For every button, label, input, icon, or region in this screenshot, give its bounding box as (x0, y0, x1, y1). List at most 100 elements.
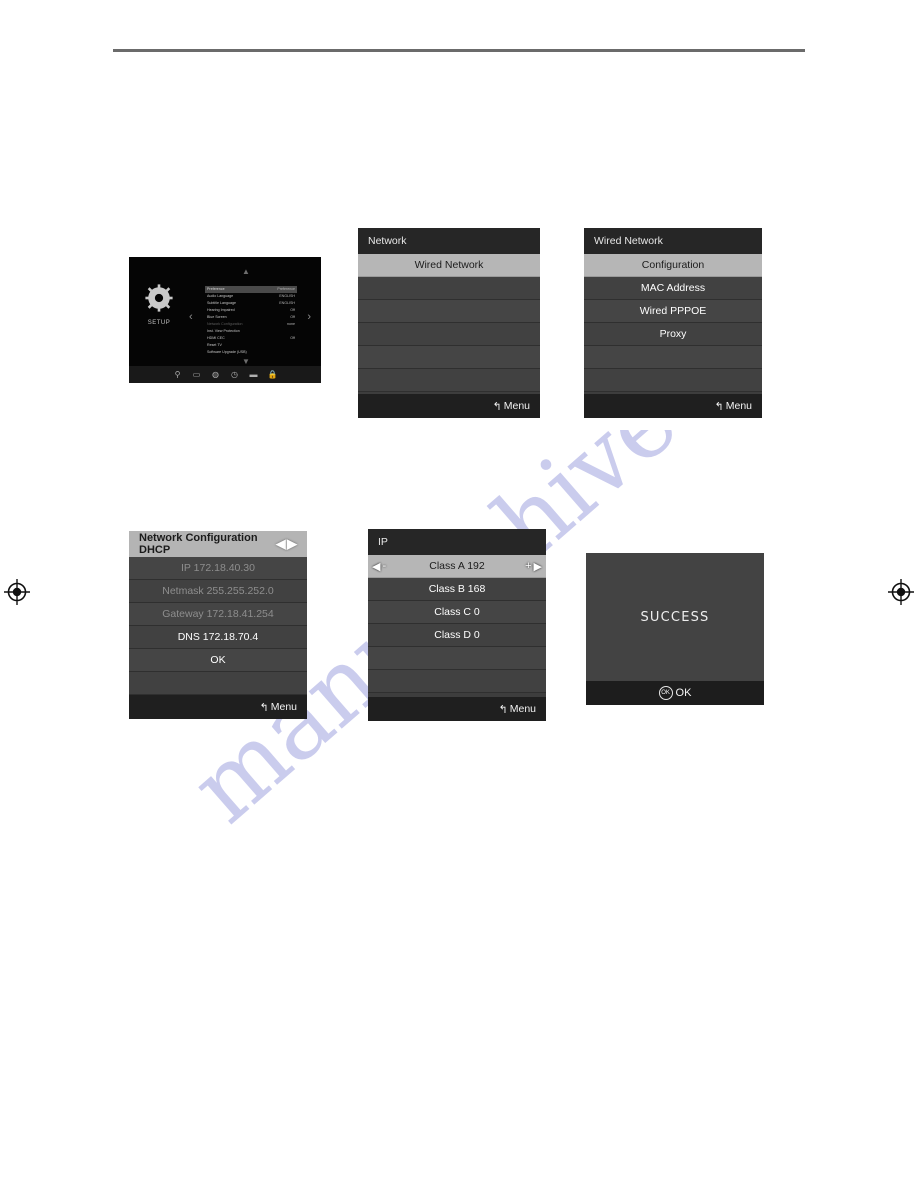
list-item (358, 300, 540, 323)
back-arrow-icon: ↰ (259, 701, 269, 714)
list-item-label: Class A 192 (429, 560, 485, 572)
setup-menu-item-value: Off (290, 315, 295, 319)
list-item-label: Wired Network (414, 259, 484, 271)
list-item[interactable]: Class D 0 (368, 624, 546, 647)
chevron-left-icon[interactable]: ‹ (189, 311, 193, 323)
ok-circle-icon: OK (658, 686, 673, 700)
arrow-left-icon[interactable]: ◀ (276, 536, 286, 552)
setup-menu-item-label: Audio Language (207, 294, 234, 298)
setup-menu-item[interactable]: HDMI CEC Off (205, 335, 297, 342)
registration-mark-left (4, 579, 30, 605)
network-panel-rows: Wired Network (358, 254, 540, 392)
list-item (358, 346, 540, 369)
registration-mark-right (888, 579, 914, 605)
setup-sidebar-label: SETUP (147, 320, 171, 326)
list-item-label: MAC Address (640, 282, 706, 294)
list-item[interactable]: ◀ - + ▶ Class A 192 (368, 555, 546, 578)
dhcp-panel-rows: IP 172.18.40.30 Netmask 255.255.252.0 Gate… (129, 557, 307, 695)
list-item-label: IP 172.18.40.30 (181, 562, 255, 574)
list-item[interactable]: OK (129, 649, 307, 672)
setup-menu-item-value: ENGLISH (279, 294, 295, 298)
list-item-label: Proxy (659, 328, 687, 340)
network-panel-footer[interactable]: ↰ Menu (358, 394, 540, 418)
network-configuration-dhcp-panel: Network Configuration DHCP ◀ ▶ IP 172.18.… (129, 531, 307, 719)
success-panel-ok-button[interactable]: OK OK (586, 681, 764, 705)
network-panel: Network Wired Network ↰ Menu (358, 228, 540, 418)
list-item-label: Class C 0 (434, 606, 480, 618)
setup-bottom-iconbar: ⚲ ▭ ◍ ◷ ▬ 🔒 (129, 366, 321, 383)
chevron-down-icon[interactable]: ▼ (242, 357, 250, 366)
list-item-label: DNS 172.18.70.4 (177, 631, 259, 643)
success-panel: SUCCESS OK OK (586, 553, 764, 705)
setup-menu-item-value: none (287, 322, 295, 326)
list-item[interactable]: Gateway 172.18.41.254 (129, 603, 307, 626)
increment-label: + (525, 560, 532, 572)
setup-menu-item[interactable]: Preference Preference (205, 286, 297, 293)
wired-network-panel: Wired Network Configuration MAC Address Wi… (584, 228, 762, 418)
satellite-icon[interactable]: ⚲ (173, 370, 183, 380)
setup-menu-item[interactable]: Software Upgrade (USB) (205, 349, 297, 356)
chevron-up-icon[interactable]: ▲ (242, 267, 250, 276)
setup-menu-item-value: Off (290, 336, 295, 340)
decrement-label: - (382, 560, 387, 572)
list-item[interactable]: Configuration (584, 254, 762, 277)
list-item (358, 323, 540, 346)
setup-menu-item[interactable]: Hearing Impaired Off (205, 307, 297, 314)
wired-network-panel-footer[interactable]: ↰ Menu (584, 394, 762, 418)
list-item[interactable]: IP 172.18.40.30 (129, 557, 307, 580)
list-item[interactable]: MAC Address (584, 277, 762, 300)
bar-icon[interactable]: ▬ (249, 370, 259, 380)
list-item[interactable]: Wired Network (358, 254, 540, 277)
list-item (584, 369, 762, 392)
list-item[interactable]: Netmask 255.255.252.0 (129, 580, 307, 603)
setup-menu-item[interactable]: Reset TV (205, 342, 297, 349)
dhcp-panel-footer[interactable]: ↰ Menu (129, 695, 307, 719)
list-item (584, 346, 762, 369)
ip-panel-title: IP (368, 529, 546, 555)
decrement-control[interactable]: ◀ - (372, 555, 386, 577)
list-item[interactable]: Class C 0 (368, 601, 546, 624)
list-item (368, 647, 546, 670)
back-arrow-icon: ↰ (492, 400, 502, 413)
arrow-right-icon[interactable]: ▶ (534, 560, 542, 573)
globe-icon[interactable]: ◍ (211, 370, 221, 380)
page-header-rule (113, 49, 805, 52)
ip-panel: IP ◀ - + ▶ Class A 192 Class B 168 Class C 0 Cl… (368, 529, 546, 721)
arrow-left-icon[interactable]: ◀ (372, 560, 380, 573)
dhcp-panel-title: Network Configuration DHCP (139, 532, 258, 556)
list-item[interactable]: DNS 172.18.70.4 (129, 626, 307, 649)
setup-menu-list: Preference Preference Audio Language ENGLIS… (205, 286, 297, 356)
clock-icon[interactable]: ◷ (230, 370, 240, 380)
list-item[interactable]: Wired PPPOE (584, 300, 762, 323)
chevron-right-icon[interactable]: › (307, 311, 311, 323)
setup-menu-item[interactable]: Network Configuration none (205, 321, 297, 328)
gear-icon (145, 284, 173, 312)
list-item[interactable]: Class B 168 (368, 578, 546, 601)
setup-menu-item[interactable]: Audio Language ENGLISH (205, 293, 297, 300)
setup-menu-item[interactable]: Inst. View Protection (205, 328, 297, 335)
list-item (129, 672, 307, 695)
dhcp-mode-arrows[interactable]: ◀ ▶ (276, 536, 297, 552)
success-message: SUCCESS (640, 609, 710, 625)
setup-menu-item-label: Hearing Impaired (207, 308, 235, 312)
list-item-label: Class D 0 (434, 629, 480, 641)
ip-panel-rows: ◀ - + ▶ Class A 192 Class B 168 Class C 0 Class… (368, 555, 546, 693)
list-item-label: Class B 168 (428, 583, 486, 595)
setup-menu-item-value: Preference (277, 287, 295, 291)
arrow-right-icon[interactable]: ▶ (287, 536, 297, 552)
lock-icon[interactable]: 🔒 (268, 370, 278, 380)
increment-control[interactable]: + ▶ (525, 555, 542, 577)
setup-menu-item-value: Off (290, 308, 295, 312)
setup-menu-item[interactable]: Blue Screen Off (205, 314, 297, 321)
setup-menu-item-value: ENGLISH (279, 301, 295, 305)
setup-menu-item[interactable]: Subtitle Language ENGLISH (205, 300, 297, 307)
back-arrow-icon: ↰ (714, 400, 724, 413)
tv-icon[interactable]: ▭ (192, 370, 202, 380)
list-item[interactable]: Proxy (584, 323, 762, 346)
ip-panel-footer[interactable]: ↰ Menu (368, 697, 546, 721)
wired-network-panel-rows: Configuration MAC Address Wired PPPOE Proxy (584, 254, 762, 392)
setup-menu-item-label: Preference (207, 287, 225, 291)
wired-network-panel-footer-label: Menu (725, 400, 752, 412)
setup-sidebar: SETUP (135, 283, 183, 326)
dhcp-panel-title-bar[interactable]: Network Configuration DHCP ◀ ▶ (129, 531, 307, 557)
